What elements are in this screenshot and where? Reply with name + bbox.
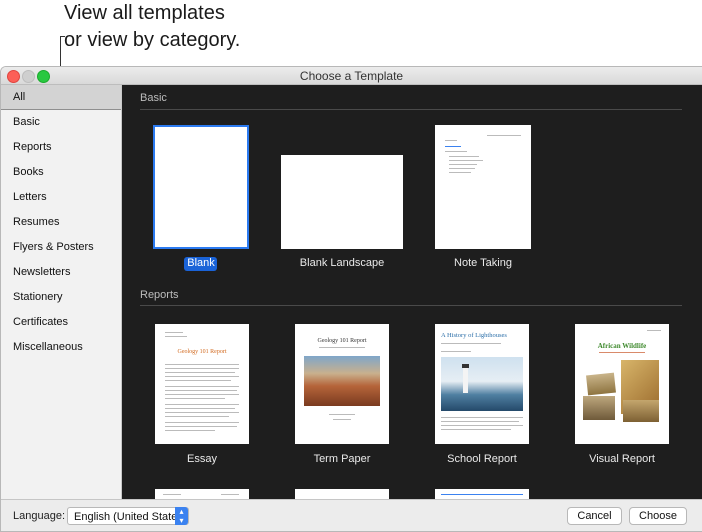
bottom-bar: Language: English (United States) ▴ ▾ Can… bbox=[1, 499, 702, 531]
template-thumb-partial[interactable] bbox=[295, 489, 389, 499]
elephant-image bbox=[583, 396, 615, 420]
callout-line-1: View all templates bbox=[64, 2, 225, 24]
sidebar-item-certificates[interactable]: Certificates bbox=[1, 310, 121, 335]
template-thumb-term-paper[interactable]: Geology 101 Report bbox=[295, 324, 389, 444]
section-title-reports: Reports bbox=[140, 289, 179, 301]
callout-line-2: or view by category. bbox=[64, 29, 241, 51]
sidebar-item-basic[interactable]: Basic bbox=[1, 110, 121, 135]
choose-button[interactable]: Choose bbox=[629, 507, 687, 525]
template-label-blank[interactable]: Blank bbox=[131, 257, 271, 269]
language-select[interactable]: English (United States) ▴ ▾ bbox=[67, 507, 189, 525]
template-label-note-taking[interactable]: Note Taking bbox=[413, 257, 553, 269]
rhino-image bbox=[586, 372, 616, 396]
template-label-essay[interactable]: Essay bbox=[132, 453, 272, 465]
template-thumb-blank-landscape[interactable] bbox=[281, 155, 403, 249]
category-sidebar: All Basic Reports Books Letters Resumes … bbox=[1, 85, 122, 499]
template-thumb-visual-report[interactable]: African Wildlife bbox=[575, 324, 669, 444]
template-label-school-report[interactable]: School Report bbox=[412, 453, 552, 465]
sidebar-item-resumes[interactable]: Resumes bbox=[1, 210, 121, 235]
visual-report-doc-title: African Wildlife bbox=[597, 342, 647, 350]
language-label: Language: bbox=[13, 510, 65, 522]
term-paper-doc-title: Geology 101 Report bbox=[317, 338, 367, 344]
section-divider bbox=[140, 109, 682, 110]
title-bar: Choose a Template bbox=[1, 67, 702, 85]
sidebar-item-newsletters[interactable]: Newsletters bbox=[1, 260, 121, 285]
lighthouse-image bbox=[441, 357, 523, 411]
school-report-doc-title: A History of Lighthouses bbox=[441, 332, 507, 339]
template-gallery: Basic Blank Blank Landscape Note Taking … bbox=[122, 85, 702, 499]
template-thumb-partial[interactable] bbox=[155, 489, 249, 499]
sidebar-item-reports[interactable]: Reports bbox=[1, 135, 121, 160]
language-select-value: English (United States) bbox=[74, 511, 187, 523]
sidebar-item-stationery[interactable]: Stationery bbox=[1, 285, 121, 310]
sidebar-item-books[interactable]: Books bbox=[1, 160, 121, 185]
essay-doc-title: Geology 101 Report bbox=[177, 349, 227, 355]
template-thumb-note-taking[interactable] bbox=[435, 125, 531, 249]
callout-text: View all templates or view by category. bbox=[64, 0, 240, 54]
template-thumb-partial[interactable] bbox=[435, 489, 529, 499]
template-chooser-window: Choose a Template All Basic Reports Book… bbox=[0, 66, 702, 532]
sidebar-item-flyers-posters[interactable]: Flyers & Posters bbox=[1, 235, 121, 260]
template-label-visual-report[interactable]: Visual Report bbox=[552, 453, 692, 465]
sidebar-item-all[interactable]: All bbox=[1, 85, 121, 110]
section-divider bbox=[140, 305, 682, 306]
template-thumb-blank[interactable] bbox=[153, 125, 249, 249]
callout-pointer-tick bbox=[60, 36, 65, 37]
antelope-image bbox=[623, 400, 659, 422]
sidebar-item-letters[interactable]: Letters bbox=[1, 185, 121, 210]
template-label-blank-landscape[interactable]: Blank Landscape bbox=[272, 257, 412, 269]
cancel-button[interactable]: Cancel bbox=[567, 507, 622, 525]
sidebar-item-miscellaneous[interactable]: Miscellaneous bbox=[1, 335, 121, 360]
chevron-up-down-icon: ▴ ▾ bbox=[175, 507, 188, 525]
section-title-basic: Basic bbox=[140, 92, 167, 104]
canyon-image bbox=[304, 356, 380, 406]
template-thumb-essay[interactable]: Geology 101 Report bbox=[155, 324, 249, 444]
window-title: Choose a Template bbox=[299, 69, 404, 83]
template-label-term-paper[interactable]: Term Paper bbox=[272, 453, 412, 465]
template-thumb-school-report[interactable]: A History of Lighthouses bbox=[435, 324, 529, 444]
